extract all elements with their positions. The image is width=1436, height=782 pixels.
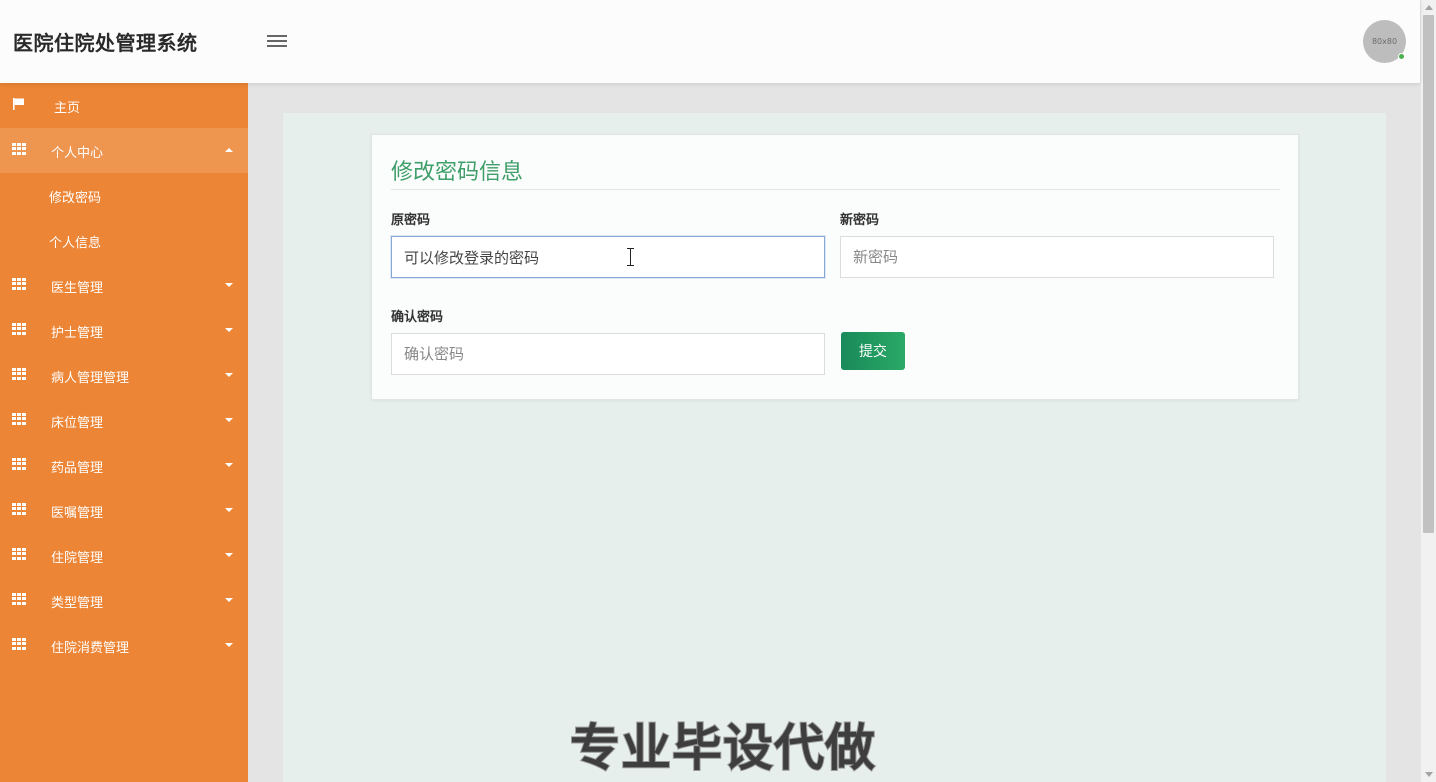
watermark: 专业毕设代做 xyxy=(569,718,876,778)
chevron-down-icon xyxy=(225,283,233,287)
grid-icon xyxy=(12,548,26,560)
grid-icon xyxy=(12,638,26,650)
new-password-label: 新密码 xyxy=(840,213,880,228)
chevron-down-icon xyxy=(225,643,233,647)
confirm-password-label: 确认密码 xyxy=(391,310,444,325)
sidebar-item-label: 病人管理管理 xyxy=(51,371,130,386)
sidebar-item-label: 医嘱管理 xyxy=(51,506,104,521)
sidebar-item-label: 床位管理 xyxy=(51,416,104,431)
submit-button[interactable]: 提交 xyxy=(841,332,905,370)
scroll-up-icon[interactable] xyxy=(1425,5,1433,10)
sidebar-item-home[interactable]: 主页 xyxy=(0,83,248,128)
chevron-down-icon xyxy=(225,418,233,422)
sidebar-item-label: 住院管理 xyxy=(51,551,104,566)
grid-icon xyxy=(12,593,26,605)
text-cursor-icon xyxy=(626,248,636,266)
title-divider xyxy=(391,189,1280,190)
sidebar-item-medicine-management[interactable]: 药品管理 xyxy=(0,443,248,488)
sidebar-item-bed-management[interactable]: 床位管理 xyxy=(0,398,248,443)
online-status-dot xyxy=(1398,53,1405,60)
confirm-password-input[interactable] xyxy=(391,333,825,375)
change-password-card: 修改密码信息 原密码 新密码 确认密码 提交 xyxy=(371,134,1299,400)
chevron-up-icon xyxy=(225,148,233,152)
grid-icon xyxy=(12,368,26,380)
chevron-down-icon xyxy=(225,598,233,602)
sidebar-item-hospitalization-management[interactable]: 住院管理 xyxy=(0,533,248,578)
chevron-down-icon xyxy=(225,373,233,377)
sidebar-item-personal-center[interactable]: 个人中心 xyxy=(0,128,248,173)
flag-icon xyxy=(13,98,24,110)
app-title: 医院住院处管理系统 xyxy=(13,31,198,55)
sidebar-subitem-label: 修改密码 xyxy=(49,191,102,206)
sidebar-item-expense-management[interactable]: 住院消费管理 xyxy=(0,623,248,668)
form-title: 修改密码信息 xyxy=(391,160,524,185)
sidebar-item-label: 类型管理 xyxy=(51,596,104,611)
chevron-down-icon xyxy=(225,508,233,512)
sidebar-item-type-management[interactable]: 类型管理 xyxy=(0,578,248,623)
sidebar-item-label: 医生管理 xyxy=(51,281,104,296)
scroll-down-icon[interactable] xyxy=(1425,772,1433,777)
grid-icon xyxy=(12,503,26,515)
new-password-input[interactable] xyxy=(840,236,1274,278)
old-password-label: 原密码 xyxy=(391,213,431,228)
sidebar-subitem-personal-info[interactable]: 个人信息 xyxy=(0,218,248,263)
sidebar-item-patient-management[interactable]: 病人管理管理 xyxy=(0,353,248,398)
chevron-down-icon xyxy=(225,553,233,557)
grid-icon xyxy=(12,278,26,290)
top-header: 医院住院处管理系统 80x80 xyxy=(0,0,1420,83)
sidebar-subitem-label: 个人信息 xyxy=(49,236,102,251)
sidebar-item-label: 个人中心 xyxy=(51,146,104,161)
old-password-input[interactable] xyxy=(391,236,825,278)
sidebar-item-orders-management[interactable]: 医嘱管理 xyxy=(0,488,248,533)
grid-icon xyxy=(12,323,26,335)
grid-icon xyxy=(12,143,26,155)
page-scrollbar[interactable] xyxy=(1420,0,1436,782)
sidebar-item-label: 住院消费管理 xyxy=(51,641,130,656)
sidebar-item-nurse-management[interactable]: 护士管理 xyxy=(0,308,248,353)
sidebar-item-doctor-management[interactable]: 医生管理 xyxy=(0,263,248,308)
scrollbar-thumb[interactable] xyxy=(1423,15,1434,533)
sidebar-subitem-change-password[interactable]: 修改密码 xyxy=(0,173,248,218)
sidebar: 主页 个人中心 修改密码 个人信息 医生管理 护士管理 病人管理管理 床位管理 … xyxy=(0,83,248,782)
sidebar-item-label: 护士管理 xyxy=(51,326,104,341)
grid-icon xyxy=(12,458,26,470)
chevron-down-icon xyxy=(225,328,233,332)
hamburger-menu-icon[interactable] xyxy=(262,28,292,54)
grid-icon xyxy=(12,413,26,425)
sidebar-item-label: 药品管理 xyxy=(51,461,104,476)
sidebar-item-label: 主页 xyxy=(54,101,81,116)
chevron-down-icon xyxy=(225,463,233,467)
